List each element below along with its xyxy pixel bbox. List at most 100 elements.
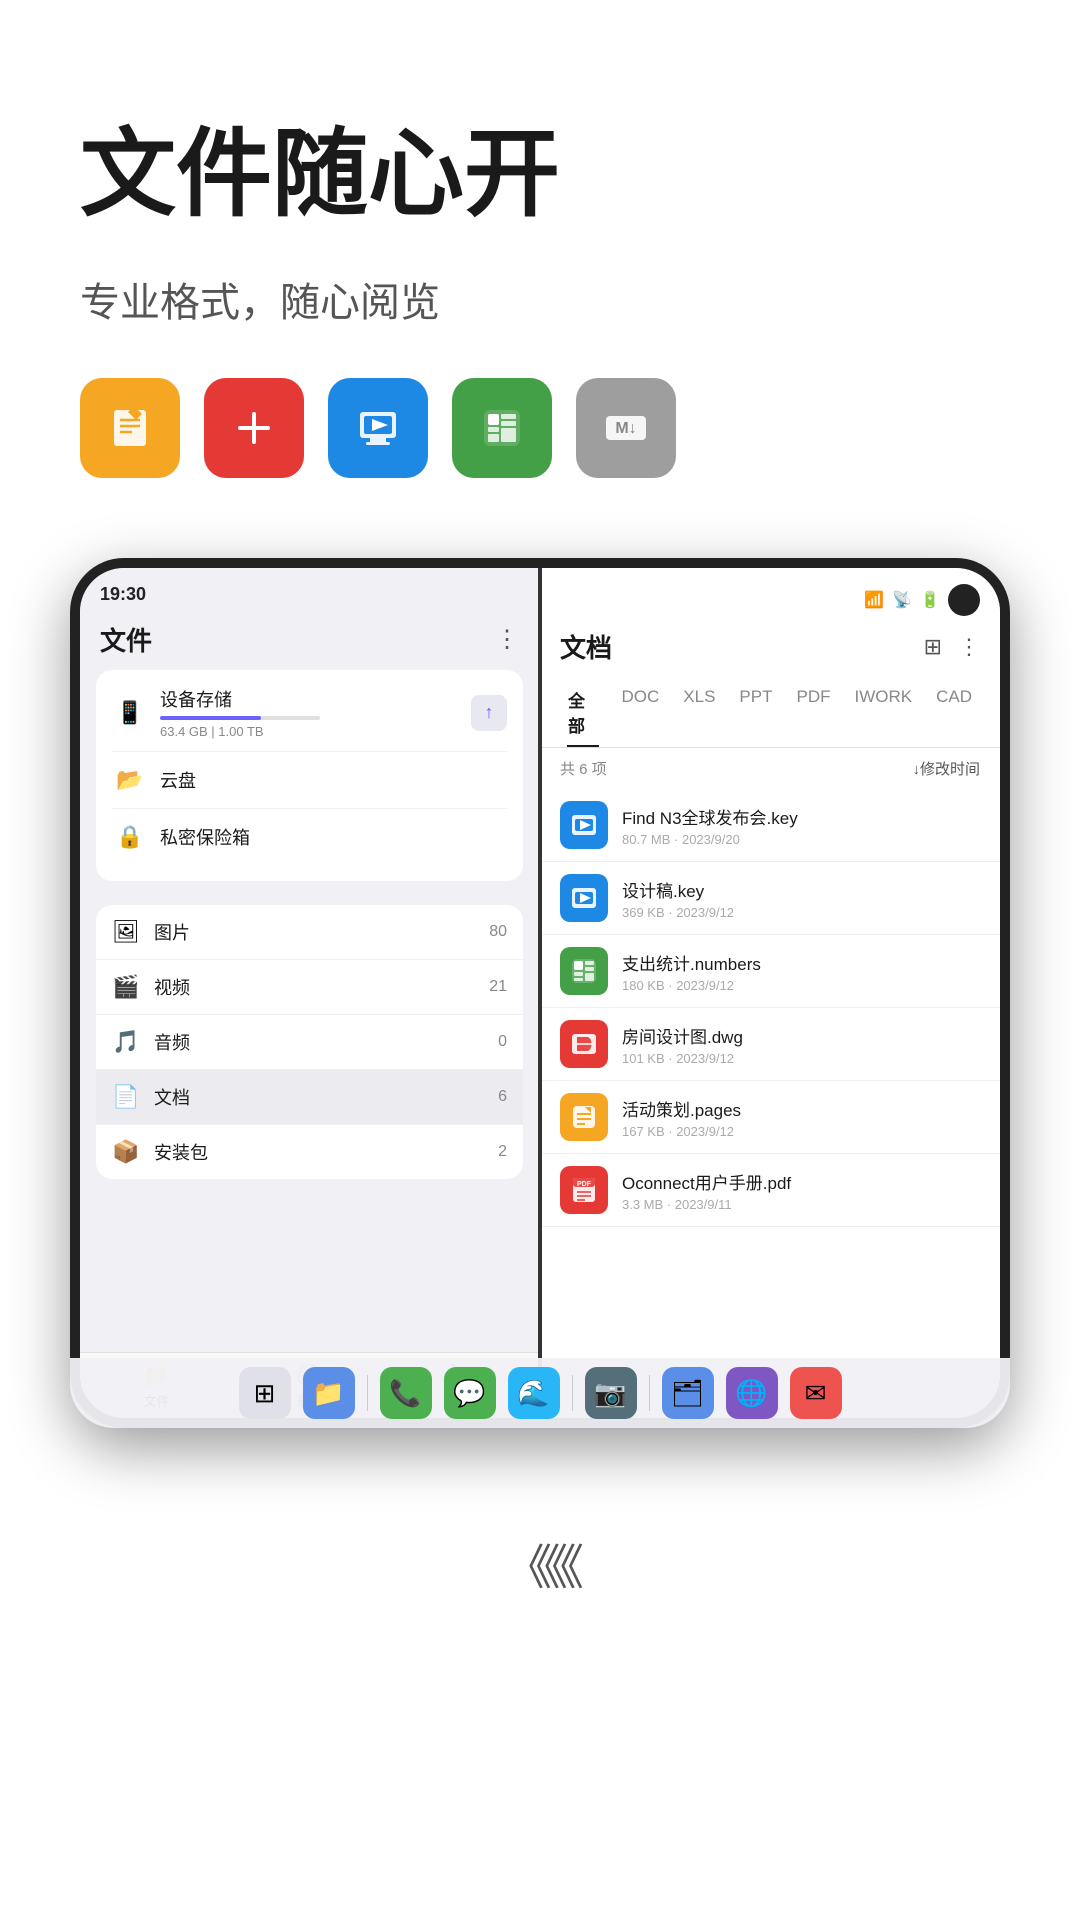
tab-pdf[interactable]: PDF bbox=[784, 677, 842, 747]
hero-title: 文件随心开 bbox=[80, 120, 1000, 230]
dock-settings-icon[interactable]: 🌐 bbox=[726, 1367, 778, 1419]
file-info-2: 设计稿.key 369 KB · 2023/9/12 bbox=[622, 877, 980, 920]
back-chevrons: 《《《 bbox=[504, 1528, 576, 1598]
dock-filemanager-icon[interactable]: 🗂 bbox=[662, 1367, 714, 1419]
nav-item-docs[interactable]: 📄 文档 6 bbox=[96, 1070, 523, 1125]
file-info-4: 房间设计图.dwg 101 KB · 2023/9/12 bbox=[622, 1023, 980, 1066]
left-panel: 19:30 文件 ⋮ 📱 设备存储 63.4 bbox=[80, 568, 540, 1418]
audio-icon: 🎵 bbox=[112, 1029, 140, 1055]
hero-subtitle: 专业格式，随心阅览 bbox=[80, 270, 1000, 328]
back-indicator: 《《《 bbox=[0, 1488, 1080, 1658]
storage-card: 📱 设备存储 63.4 GB | 1.00 TB ↑ 📂 云盘 bbox=[96, 670, 523, 881]
file-meta-6: 3.3 MB · 2023/9/11 bbox=[622, 1197, 980, 1212]
device-storage-item[interactable]: 📱 设备存储 63.4 GB | 1.00 TB ↑ bbox=[112, 686, 507, 739]
storage-info: 设备存储 63.4 GB | 1.00 TB bbox=[160, 686, 471, 739]
tab-cad[interactable]: CAD bbox=[924, 677, 984, 747]
right-menu-icon[interactable]: ⋮ bbox=[958, 634, 980, 660]
dock-mail-icon[interactable]: ✉ bbox=[790, 1367, 842, 1419]
file-name-2: 设计稿.key bbox=[622, 877, 980, 902]
file-info-5: 活动策划.pages 167 KB · 2023/9/12 bbox=[622, 1096, 980, 1139]
mockup-section: 19:30 文件 ⋮ 📱 设备存储 63.4 bbox=[0, 538, 1080, 1488]
file-icon-pdf: PDF bbox=[560, 1166, 608, 1214]
file-icon-key-1 bbox=[560, 801, 608, 849]
docs-icon: 📄 bbox=[112, 1084, 140, 1110]
svg-text:PDF: PDF bbox=[577, 1181, 592, 1188]
battery-icon: 🔋 bbox=[920, 590, 940, 610]
tab-iwork[interactable]: IWORK bbox=[842, 677, 924, 747]
tab-all[interactable]: 全部 bbox=[556, 677, 610, 747]
right-panel: 📶 📡 🔋 文档 ⊞ ⋮ 全部 DOC bbox=[540, 568, 1000, 1418]
status-time: 19:30 bbox=[80, 568, 539, 613]
markdown-app-icon[interactable]: M↓ bbox=[576, 378, 676, 478]
left-menu-button[interactable]: ⋮ bbox=[495, 625, 519, 654]
left-header: 文件 ⋮ bbox=[80, 613, 539, 670]
file-item-2[interactable]: 设计稿.key 369 KB · 2023/9/12 bbox=[540, 862, 1000, 935]
safe-item[interactable]: 🔒 私密保险箱 bbox=[112, 808, 507, 865]
phone-device: 19:30 文件 ⋮ 📱 设备存储 63.4 bbox=[70, 558, 1010, 1428]
file-meta-1: 80.7 MB · 2023/9/20 bbox=[622, 832, 980, 847]
dock-divider-3 bbox=[649, 1375, 650, 1411]
dock-phone-icon[interactable]: 📞 bbox=[380, 1367, 432, 1419]
file-meta-3: 180 KB · 2023/9/12 bbox=[622, 978, 980, 993]
file-item-1[interactable]: Find N3全球发布会.key 80.7 MB · 2023/9/20 bbox=[540, 789, 1000, 862]
file-icon-pages bbox=[560, 1093, 608, 1141]
file-item-4[interactable]: 房间设计图.dwg 101 KB · 2023/9/12 bbox=[540, 1008, 1000, 1081]
phone-screen: 19:30 文件 ⋮ 📱 设备存储 63.4 bbox=[80, 568, 1000, 1418]
dock-browser-icon[interactable]: 🌊 bbox=[508, 1367, 560, 1419]
right-header-icons: ⊞ ⋮ bbox=[924, 634, 980, 660]
right-panel-title: 文档 bbox=[560, 628, 612, 665]
file-meta-5: 167 KB · 2023/9/12 bbox=[622, 1124, 980, 1139]
cloud-label: 云盘 bbox=[160, 767, 196, 793]
tab-ppt[interactable]: PPT bbox=[727, 677, 784, 747]
cloud-item[interactable]: 📂 云盘 bbox=[112, 751, 507, 808]
signal-icon: 📡 bbox=[892, 590, 912, 610]
cloud-icon: 📂 bbox=[112, 762, 148, 798]
right-header: 文档 ⊞ ⋮ bbox=[540, 624, 1000, 677]
file-item-5[interactable]: 活动策划.pages 167 KB · 2023/9/12 bbox=[540, 1081, 1000, 1154]
videos-count: 21 bbox=[489, 978, 507, 996]
device-storage-icon: 📱 bbox=[112, 695, 148, 731]
dock-divider-2 bbox=[572, 1375, 573, 1411]
safe-icon: 🔒 bbox=[112, 819, 148, 855]
photos-count: 80 bbox=[489, 923, 507, 941]
add-app-icon[interactable] bbox=[204, 378, 304, 478]
pages-app-icon[interactable] bbox=[80, 378, 180, 478]
hero-section: 文件随心开 专业格式，随心阅览 bbox=[0, 0, 1080, 538]
photos-label: 图片 bbox=[154, 919, 489, 945]
nav-item-photos[interactable]: 🖼 图片 80 bbox=[96, 905, 523, 960]
file-name-1: Find N3全球发布会.key bbox=[622, 804, 980, 829]
storage-name: 设备存储 bbox=[160, 686, 471, 712]
dock-apps-icon[interactable]: ⊞ bbox=[239, 1367, 291, 1419]
tab-doc[interactable]: DOC bbox=[610, 677, 672, 747]
file-info-3: 支出统计.numbers 180 KB · 2023/9/12 bbox=[622, 950, 980, 993]
grid-icon[interactable]: ⊞ bbox=[924, 634, 942, 660]
user-avatar bbox=[948, 584, 980, 616]
tab-xls[interactable]: XLS bbox=[671, 677, 727, 747]
videos-label: 视频 bbox=[154, 974, 489, 1000]
packages-count: 2 bbox=[498, 1143, 507, 1161]
file-name-3: 支出统计.numbers bbox=[622, 950, 980, 975]
dock-messages-icon[interactable]: 💬 bbox=[444, 1367, 496, 1419]
sort-button[interactable]: ↓修改时间 bbox=[912, 758, 980, 779]
file-list: Find N3全球发布会.key 80.7 MB · 2023/9/20 bbox=[540, 789, 1000, 1418]
upload-icon[interactable]: ↑ bbox=[471, 695, 507, 731]
dock-divider-1 bbox=[367, 1375, 368, 1411]
filter-tabs: 全部 DOC XLS PPT PDF IWORK CAD bbox=[540, 677, 1000, 748]
file-count: 共 6 项 bbox=[560, 758, 607, 779]
numbers-app-icon[interactable] bbox=[452, 378, 552, 478]
audio-label: 音频 bbox=[154, 1029, 498, 1055]
file-icon-key-2 bbox=[560, 874, 608, 922]
nav-item-videos[interactable]: 🎬 视频 21 bbox=[96, 960, 523, 1015]
app-icons-row: M↓ bbox=[80, 378, 1000, 478]
dock-camera-icon[interactable]: 📷 bbox=[585, 1367, 637, 1419]
file-item-6[interactable]: PDF Oconnect用户手册.pdf 3.3 MB · 2023/9/11 bbox=[540, 1154, 1000, 1227]
file-item-3[interactable]: 支出统计.numbers 180 KB · 2023/9/12 bbox=[540, 935, 1000, 1008]
keynote-app-icon[interactable] bbox=[328, 378, 428, 478]
dock-files-icon[interactable]: 📁 bbox=[303, 1367, 355, 1419]
docs-count: 6 bbox=[498, 1088, 507, 1106]
storage-bar-fill bbox=[160, 716, 261, 720]
nav-item-packages[interactable]: 📦 安装包 2 bbox=[96, 1125, 523, 1179]
nav-item-audio[interactable]: 🎵 音频 0 bbox=[96, 1015, 523, 1070]
file-info-1: Find N3全球发布会.key 80.7 MB · 2023/9/20 bbox=[622, 804, 980, 847]
videos-icon: 🎬 bbox=[112, 974, 140, 1000]
